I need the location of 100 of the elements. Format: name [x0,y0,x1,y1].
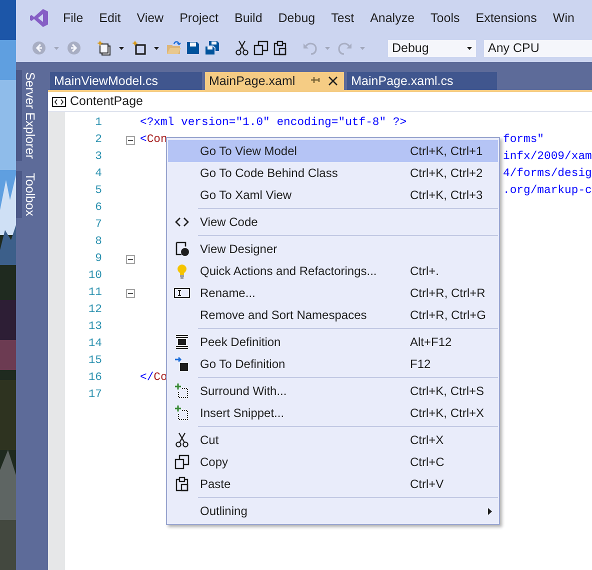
add-item-icon[interactable] [131,40,147,56]
logo-icon [30,8,48,28]
shortcut-text: Alt+F12 [410,335,452,349]
menu-item[interactable]: Tools [430,8,460,28]
shortcut-text: Ctrl+R, Ctrl+G [410,308,486,322]
menu-item[interactable]: Peek Definition Alt+F12 [168,331,498,353]
menu-item[interactable]: View Code [168,211,498,233]
menu-item[interactable]: Remove and Sort Namespaces Ctrl+R, Ctrl+G [168,304,498,326]
menu-item[interactable]: Edit [99,8,121,28]
menu-item[interactable]: Surround With... Ctrl+K, Ctrl+S [168,380,498,402]
save-icon[interactable] [185,40,201,56]
surround-icon [174,383,190,399]
menu-item[interactable]: Analyze [370,8,415,28]
menu-item[interactable]: Copy Ctrl+C [168,451,498,473]
document-tab[interactable]: MainViewModel.cs [50,72,202,90]
platform-dropdown[interactable]: Any CPU [483,38,592,58]
shortcut-text: Ctrl+K, Ctrl+S [410,384,484,398]
menu-item[interactable]: Paste Ctrl+V [168,473,498,495]
line-number: 10 [87,268,102,284]
caret-icon[interactable] [154,46,159,50]
line-number: 15 [87,354,102,369]
menu-label: Go To Definition [199,356,286,373]
line-number: 5 [94,184,102,199]
designer-icon [174,241,190,257]
cut-icon [174,432,190,448]
menu-label: Copy [199,454,230,471]
shortcut-text: Ctrl+X [410,433,444,447]
menu-item[interactable]: Go To Code Behind Class Ctrl+K, Ctrl+2 [168,162,498,184]
collapse-icon[interactable] [126,289,135,298]
menu-label: Cut [199,432,220,449]
menu-item[interactable]: File [63,8,84,28]
menu-item[interactable]: Debug [278,8,316,28]
menu-label: Go To View Model [199,143,298,160]
menu-label: View Designer [199,241,278,258]
menu-item[interactable]: Test [331,8,354,28]
menu-label: Outlining [199,503,248,520]
snippet-icon [174,405,190,421]
menu-label: Go To Code Behind Class [199,165,339,182]
menu-item[interactable]: Outlining [168,500,498,522]
shortcut-text: Ctrl+K, Ctrl+2 [410,166,483,180]
menu-item[interactable]: Extensions [476,8,537,28]
menu-item[interactable]: View Designer [168,238,498,260]
collapse-icon[interactable] [126,255,135,264]
line-number: 2 [94,132,102,148]
menu-item[interactable]: Build [234,8,262,28]
dropdown-caret-icon[interactable] [467,46,472,50]
collapse-icon[interactable] [126,136,135,145]
menu-item[interactable]: Cut Ctrl+X [168,429,498,451]
line-number: 4 [94,166,102,182]
new-project-icon[interactable] [96,40,112,56]
rename-icon [174,285,190,301]
line-number: 11 [87,286,102,301]
configuration-dropdown[interactable]: Debug [387,38,477,58]
shortcut-text: Ctrl+C [410,455,444,469]
shortcut-text: F12 [410,357,431,371]
menu-item[interactable]: View [136,8,164,28]
document-tab[interactable]: MainPage.xaml [204,72,344,90]
menu-item[interactable]: Win [552,8,574,28]
go-to-icon [174,356,190,372]
menu-label: Rename... [199,285,256,302]
pin-icon[interactable] [311,76,320,84]
menu-item[interactable]: Quick Actions and Refactorings... Ctrl+. [168,260,498,282]
navigation-dropdown[interactable]: ContentPage [48,92,592,112]
line-number: 3 [94,150,102,165]
menu-label: Surround With... [199,383,288,400]
menu-label: Insert Snippet... [199,405,286,422]
menu-label: Remove and Sort Namespaces [199,307,368,324]
menu-item[interactable]: Go To View Model Ctrl+K, Ctrl+1 [168,140,498,162]
menu-item[interactable]: Insert Snippet... Ctrl+K, Ctrl+X [168,402,498,424]
line-number: 17 [87,388,102,403]
close-icon[interactable] [328,76,338,86]
shortcut-text: Ctrl+R, Ctrl+R [410,286,486,300]
paste-icon[interactable] [272,40,288,56]
open-folder-icon[interactable] [166,40,182,56]
menu-label: Peek Definition [199,334,282,351]
shortcut-text: Ctrl+V [410,477,444,491]
line-number: 6 [94,200,102,216]
save-all-icon[interactable] [204,40,220,56]
class-icon [52,96,66,106]
menu-label: Quick Actions and Refactorings... [199,263,378,280]
copy-icon[interactable] [253,40,269,56]
paste-icon [174,476,190,492]
cut-icon[interactable] [234,40,250,56]
menu-label: View Code [199,214,259,231]
shortcut-text: Ctrl+. [410,264,440,278]
shortcut-text: Ctrl+K, Ctrl+3 [410,188,483,202]
shortcut-text: Ctrl+K, Ctrl+1 [410,144,483,158]
shortcut-text: Ctrl+K, Ctrl+X [410,406,484,420]
line-number: 14 [87,336,102,352]
menu-label: Paste [199,476,232,493]
menu-item[interactable]: Go To Definition F12 [168,353,498,375]
caret-icon[interactable] [119,46,124,50]
menu-item[interactable]: Go To Xaml View Ctrl+K, Ctrl+3 [168,184,498,206]
code-text: <?xml version="1.0" encoding="utf-8" ?> [140,116,407,131]
line-number: 13 [87,320,102,335]
line-number: 8 [94,234,102,250]
line-number: 12 [87,302,102,318]
document-tab[interactable]: MainPage.xaml.cs [347,72,498,90]
menu-item[interactable]: Rename... Ctrl+R, Ctrl+R [168,282,498,304]
menu-item[interactable]: Project [180,8,218,28]
